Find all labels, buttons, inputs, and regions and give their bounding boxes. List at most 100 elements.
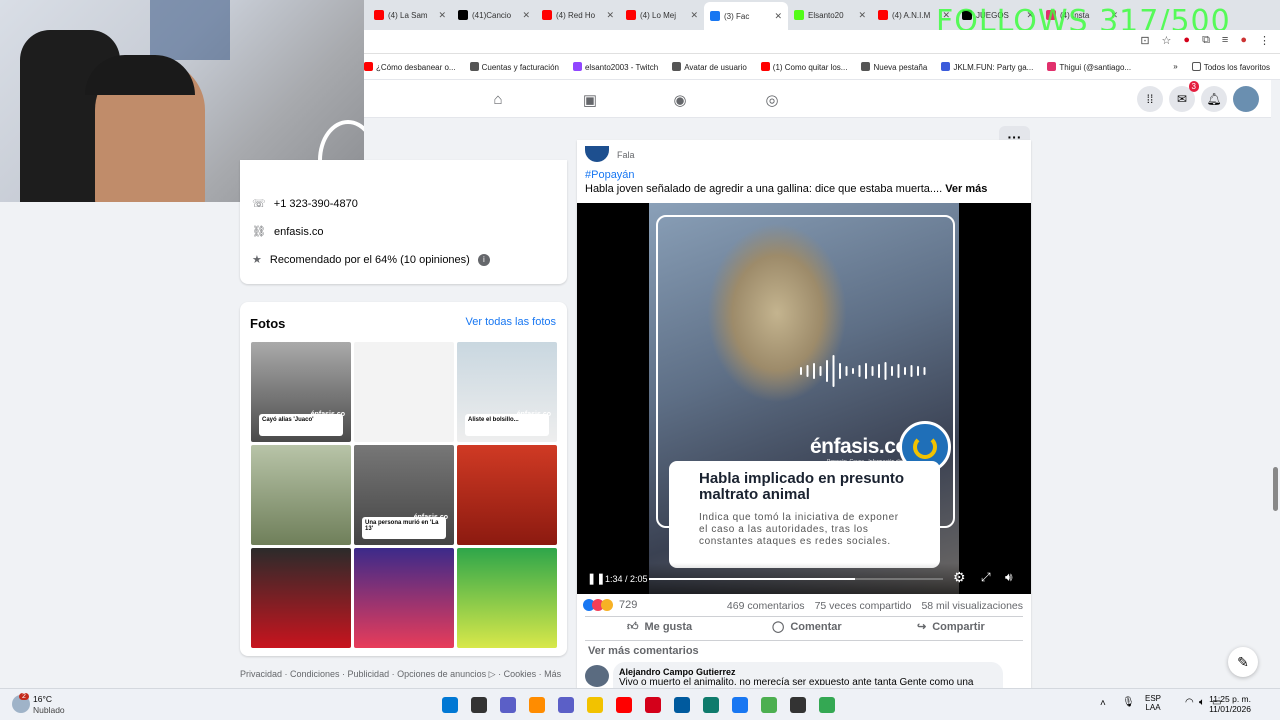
video-progress-track[interactable] [649,578,943,580]
photo-thumbnail[interactable] [457,445,557,545]
like-button[interactable]: 👍︎ Me gusta [627,620,692,634]
messenger-icon[interactable]: ✉ 3 [1169,81,1199,112]
info-icon[interactable]: i [477,253,490,266]
bookmark-item[interactable]: Nueva pestaña [861,61,927,72]
browser-tab[interactable]: (3) Fac ✕ [704,2,788,30]
photo-thumbnail[interactable]: énfasis.coCayó alias 'Juaco' [251,342,351,442]
bookmark-item[interactable]: Cuentas y facturación [469,61,559,72]
install-icon[interactable]: ⊡ [1140,34,1149,47]
taskbar-app-icon[interactable] [529,697,545,713]
facebook-navbar: ⌂ ▣ ◉ ◎ ⁞⁞ ✉ 3 🔔︎ [364,80,1280,118]
bookmark-favicon-icon [364,61,373,71]
share-button[interactable]: ↪ Compartir [917,620,985,634]
see-more-link[interactable]: Ver más [945,183,987,195]
comment-button[interactable]: ◯ Comentar [772,620,842,634]
video-icon[interactable]: ▣ [580,91,600,109]
taskbar-app-icon[interactable] [819,697,835,713]
volume-icon[interactable]: 🔊︎ [1005,570,1013,585]
playlist-icon[interactable]: ≡ [1222,34,1228,47]
taskbar-app-icon[interactable] [703,697,719,713]
photo-thumbnail[interactable] [354,342,454,442]
video-player[interactable]: énfasis.co Popayán, Cauca · Información … [577,203,1031,594]
tray-chevron-icon[interactable]: ˄ [1100,698,1106,709]
video-progress-fill [649,578,855,580]
browser-tab[interactable]: (41)Cancio ✕ [452,2,536,28]
microphone-icon[interactable]: 🎙︎ [1122,697,1135,708]
comments-count[interactable]: 469 comentarios [727,600,805,612]
close-icon[interactable]: ✕ [690,10,698,21]
bookmark-item[interactable]: JKLM.FUN: Party ga... [941,61,1033,72]
all-bookmarks[interactable]: Todos los favoritos [1191,61,1270,72]
notifications-icon[interactable]: 🔔︎ [1201,86,1227,112]
page-avatar[interactable] [585,146,609,162]
avatar[interactable] [1233,86,1259,112]
photo-thumbnail[interactable]: énfasis.coUna persona murió en 'La 13' [354,445,454,545]
address-bar[interactable]: ⊡ ☆ ● ⧉ ≡ ● ⋮ [364,30,1280,54]
bookmark-item[interactable]: Thigui (@santiago... [1047,61,1131,72]
close-icon[interactable]: ✕ [438,10,446,21]
gaming-icon[interactable]: ◎ [762,91,782,109]
menu-icon[interactable]: ⋮ [1259,34,1270,47]
language-indicator[interactable]: ESP LAA [1145,694,1161,712]
browser-tab[interactable]: Elsanto20 ✕ [788,2,872,28]
windows-taskbar: 2 16°C Nublado ˄ 🎙︎ ESP LAA ◠ 🔈︎ ▭ 11:25 … [0,688,1280,720]
home-icon[interactable]: ⌂ [488,91,508,109]
close-icon[interactable]: ✕ [522,10,530,21]
comment-author[interactable]: Alejandro Campo Gutierrez [619,667,997,677]
speaker-icon[interactable]: 🔈︎ [1199,697,1205,708]
shares-count[interactable]: 75 veces compartido [815,600,912,612]
taskbar-app-icon[interactable] [645,697,661,713]
reactions-summary[interactable]: 729 [583,599,637,611]
opera-icon[interactable]: ● [1183,34,1190,47]
extensions-icon[interactable]: ⧉ [1202,34,1210,47]
photo-thumbnail[interactable] [251,548,351,648]
pause-icon[interactable]: ❚❚ [587,572,605,585]
post-hashtag[interactable]: #Popayán [585,169,635,181]
browser-tab[interactable]: (4) Red Ho ✕ [536,2,620,28]
photo-thumbnail[interactable] [251,445,351,545]
fullscreen-icon[interactable]: ⤢ [981,570,991,585]
see-all-photos-link[interactable]: Ver todas las fotos [466,316,557,328]
bookmark-item[interactable]: Avatar de usuario [672,61,747,72]
taskbar-app-icon[interactable] [442,697,458,713]
photo-thumbnail[interactable] [354,548,454,648]
browser-tab[interactable]: (4) La Sam ✕ [368,2,452,28]
taskbar-app-icon[interactable] [471,697,487,713]
website-link[interactable]: enfasis.co [274,226,324,238]
bookmarks-bar: ¿Cómo desbanear o... Cuentas y facturació… [364,54,1280,80]
taskbar-app-icon[interactable] [500,697,516,713]
profile-icon[interactable]: ● [1240,34,1247,47]
browser-tools: ⊡ ☆ ● ⧉ ≡ ● ⋮ [1140,34,1270,47]
footer-links-more[interactable]: · Cookies · Más [498,669,561,679]
browser-tab[interactable]: (4) Lo Mej ✕ [620,2,704,28]
taskbar-app-icon[interactable] [616,697,632,713]
settings-gear-icon[interactable]: ⚙ [953,569,966,586]
new-message-button[interactable]: ✎ [1228,647,1258,677]
taskbar-app-icon[interactable] [761,697,777,713]
apps-menu-icon[interactable]: ⁞⁞ [1137,86,1163,112]
star-icon[interactable]: ☆ [1162,34,1172,47]
taskbar-app-icon[interactable] [732,697,748,713]
taskbar-app-icon[interactable] [790,697,806,713]
comment-avatar[interactable] [585,665,609,687]
photo-thumbnail[interactable] [457,548,557,648]
bookmark-item[interactable]: elsanto2003 - Twitch [572,61,658,72]
groups-icon[interactable]: ◉ [670,91,690,109]
close-icon[interactable]: ✕ [606,10,614,21]
bookmark-item[interactable]: (1) Como quitar los... [760,61,847,72]
page-scrollbar[interactable] [1271,80,1280,688]
taskbar-app-icon[interactable] [558,697,574,713]
footer-links-text[interactable]: Privacidad · Condiciones · Publicidad · … [240,669,486,679]
close-icon[interactable]: ✕ [774,11,782,22]
bookmark-item[interactable]: ¿Cómo desbanear o... [364,61,456,72]
taskbar-app-icon[interactable] [587,697,603,713]
close-icon[interactable]: ✕ [858,10,866,21]
wifi-icon[interactable]: ◠ [1185,697,1194,708]
scrollbar-thumb[interactable] [1273,467,1278,511]
photo-thumbnail[interactable]: énfasis.coAliste el bolsillo... [457,342,557,442]
clock[interactable]: 11:25 p. m. 11/01/2026 [1209,694,1251,714]
tab-favicon-icon [626,10,636,20]
taskbar-app-icon[interactable] [674,697,690,713]
more-comments-link[interactable]: Ver más comentarios [588,645,699,657]
chevron-right-icon[interactable]: » [1173,62,1177,71]
